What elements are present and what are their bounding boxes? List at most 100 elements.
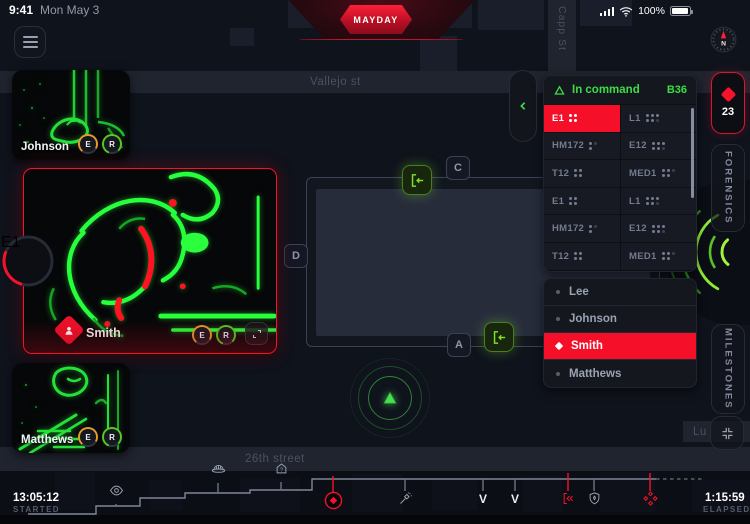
unit-label: E1	[552, 113, 564, 124]
status-icons: 100%	[600, 5, 691, 17]
crew-dots	[646, 114, 659, 122]
alert-count-badge[interactable]: 23	[711, 72, 745, 134]
timeline-event-eye[interactable]	[109, 483, 124, 498]
app-root: Capp St Vallejo st 26th street Lu C D A	[0, 0, 750, 524]
tab-forensics[interactable]: FORENSICS	[711, 144, 745, 232]
menu-button[interactable]	[14, 26, 46, 58]
unit-label: E1	[552, 196, 564, 207]
unit-cell-t12[interactable]: T12	[544, 160, 621, 188]
unit-cell-med1[interactable]: MED1	[621, 243, 696, 271]
timeline-event-letter-v[interactable]: V	[508, 491, 523, 506]
door-exit-icon	[561, 491, 576, 506]
unit-label: L1	[629, 113, 641, 124]
mayday-button[interactable]: MAYDAY	[340, 5, 412, 34]
triangle-icon	[381, 389, 399, 407]
unit-cell-hm172[interactable]: HM172	[544, 133, 621, 161]
collapse-panel-button[interactable]	[509, 70, 537, 142]
cellular-signal-icon	[600, 7, 614, 16]
badge-r[interactable]: R	[216, 325, 236, 345]
personnel-name: Johnson	[569, 313, 617, 325]
date: Mon May 3	[40, 3, 99, 17]
personnel-name: Smith	[571, 340, 603, 352]
badge-r[interactable]: R	[102, 134, 122, 154]
unit-label: MED1	[629, 168, 657, 179]
unit-ring-e1[interactable]	[1, 234, 55, 288]
personnel-row-smith[interactable]: Smith	[544, 333, 696, 360]
house-question-icon: ?	[274, 461, 289, 476]
video-feed-johnson[interactable]: Johnson E R	[12, 70, 130, 160]
collapse-rail-button[interactable]	[710, 416, 744, 450]
badge-r[interactable]: R	[102, 427, 122, 447]
feed-badges: E R	[78, 134, 122, 154]
unit-label: HM172	[552, 223, 584, 234]
feed-badges: E R	[78, 427, 122, 447]
timeline-event-diamond-cluster[interactable]	[643, 491, 658, 506]
personnel-row-matthews[interactable]: Matthews	[544, 360, 696, 387]
personnel-row-johnson[interactable]: Johnson	[544, 306, 696, 333]
video-feed-matthews[interactable]: Matthews E R	[12, 363, 130, 453]
diamond-cluster-icon	[643, 491, 658, 506]
unit-label: HM172	[552, 140, 584, 151]
crew-dots	[652, 142, 665, 150]
command-panel-header: In command B36	[544, 76, 696, 105]
unit-cell-hm172[interactable]: HM172	[544, 215, 621, 243]
crew-dots	[589, 142, 597, 150]
unit-cell-t12[interactable]: T12	[544, 243, 621, 271]
building-side-marker-d: D	[284, 244, 308, 268]
crew-dots	[662, 252, 675, 260]
crew-dots	[569, 114, 577, 122]
unit-cell-e1[interactable]: E1	[544, 188, 621, 216]
command-post-beacon[interactable]	[350, 358, 430, 438]
expand-feed-button[interactable]	[245, 322, 268, 345]
timeline-event-door-exit[interactable]	[561, 491, 576, 506]
timeline-event-house-question[interactable]: ?	[274, 461, 289, 476]
unit-cell-e12[interactable]: E12	[621, 133, 696, 161]
badge-e[interactable]: E	[192, 325, 212, 345]
wifi-icon	[619, 6, 633, 17]
elapsed-label: ELAPSED	[703, 505, 750, 514]
unit-cell-e1[interactable]: E1	[544, 105, 621, 133]
unit-cell-med1[interactable]: MED1	[621, 160, 696, 188]
door-entry-icon	[409, 172, 426, 189]
video-feed-main-smith[interactable]: Smith E R	[23, 168, 277, 354]
tab-milestones[interactable]: MILESTONES	[711, 324, 745, 414]
unit-grid: E1 L1 HM172 E12 T12 MED1 E1 L1 HM172 E12 T12 MED1	[544, 105, 696, 271]
tab-label: FORENSICS	[723, 151, 734, 224]
incident-code: B36	[667, 84, 687, 96]
personnel-row-lee[interactable]: Lee	[544, 279, 696, 306]
timeline-event-diamond-marker[interactable]	[323, 490, 344, 511]
crew-dots	[662, 169, 675, 177]
badge-e[interactable]: E	[78, 427, 98, 447]
badge-e[interactable]: E	[78, 134, 98, 154]
unit-label: T12	[552, 251, 569, 262]
unit-cell-l1[interactable]: L1	[621, 105, 696, 133]
street-label: Capp St	[556, 6, 568, 51]
timeline-event-hose[interactable]	[398, 491, 413, 506]
hose-icon	[398, 491, 413, 506]
svg-text:?: ?	[280, 467, 283, 473]
command-triangle-icon	[553, 84, 566, 97]
unit-label: E12	[629, 223, 647, 234]
timeline-event-letter-v[interactable]: V	[476, 491, 491, 506]
diamond-marker-icon	[323, 490, 344, 511]
battery-icon	[670, 6, 691, 16]
entry-point-button[interactable]	[484, 322, 514, 352]
scrollbar[interactable]	[691, 108, 694, 198]
unit-label: T12	[552, 168, 569, 179]
person-diamond-icon	[53, 314, 84, 345]
unit-label: L1	[629, 196, 641, 207]
crew-dots	[574, 169, 582, 177]
building-side-marker-c: C	[446, 156, 470, 180]
feed-name: Smith	[86, 326, 121, 340]
entry-point-button[interactable]	[402, 165, 432, 195]
unit-label: MED1	[629, 251, 657, 262]
timeline-event-shield[interactable]	[587, 491, 602, 506]
chevron-left-icon	[518, 101, 528, 111]
dot-bullet-icon	[556, 372, 560, 376]
unit-cell-e12[interactable]: E12	[621, 215, 696, 243]
compass-north-label: N	[721, 41, 726, 48]
compress-icon	[720, 426, 735, 441]
unit-cell-l1[interactable]: L1	[621, 188, 696, 216]
map-building	[420, 36, 457, 72]
timeline-event-helmet[interactable]	[211, 462, 226, 477]
